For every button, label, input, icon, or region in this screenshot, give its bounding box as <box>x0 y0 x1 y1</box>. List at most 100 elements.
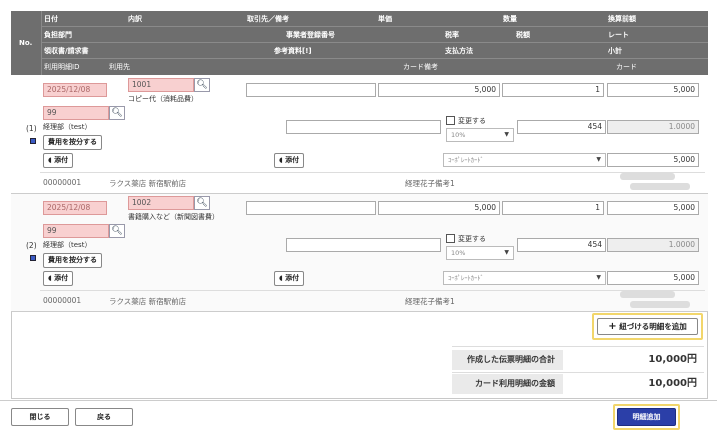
header-unit-price: 単価 <box>378 15 392 23</box>
paperclip-icon: ◖ <box>48 156 52 164</box>
chevron-down-icon: ▼ <box>504 249 509 256</box>
header-usage-id: 利用明細ID <box>44 63 80 71</box>
attach-reference-button[interactable]: ◖ 添付 <box>274 271 305 286</box>
header-card-note: カード備考 <box>403 63 438 71</box>
allocate-cost-button[interactable]: 費用を按分する <box>43 135 102 150</box>
attach-label: 添付 <box>54 156 69 164</box>
usage-place: ラクス薬店 新宿駅前店 <box>109 297 187 306</box>
dept-name: 経理部（test） <box>43 123 92 131</box>
add-linked-label: 紐づける明細を追加 <box>619 322 687 331</box>
attach-label: 添付 <box>54 274 69 282</box>
payment-method-value: ｺｰﾎﾟﾚｰﾄｶｰﾄﾞ <box>448 274 484 282</box>
chevron-down-icon: ▼ <box>504 131 509 138</box>
close-button[interactable]: 閉じる <box>11 408 69 426</box>
subtotal-field[interactable]: 5,000 <box>607 153 699 167</box>
dept-name: 経理部（test） <box>43 241 92 249</box>
registration-no-field[interactable] <box>286 238 441 252</box>
chevron-down-icon: ▼ <box>596 274 601 281</box>
paperclip-icon: ◖ <box>279 274 283 282</box>
payment-method-select[interactable]: ｺｰﾎﾟﾚｰﾄｶｰﾄﾞ ▼ <box>443 271 606 285</box>
header-payment: 支払方法 <box>445 47 473 55</box>
change-label: 変更する <box>458 235 486 243</box>
search-icon[interactable]: 🔍︎ <box>109 224 125 238</box>
header-tax-rate: 税率 <box>445 31 459 39</box>
allocate-cost-button[interactable]: 費用を按分する <box>43 253 102 268</box>
tax-rate-value: 10% <box>451 131 466 139</box>
header-reference: 参考資料[!] <box>274 47 312 55</box>
unit-price-field[interactable]: 5,000 <box>378 83 500 97</box>
change-checkbox[interactable] <box>446 234 455 243</box>
attach-label: 添付 <box>285 274 300 282</box>
header-no: No. <box>19 39 33 47</box>
item-code-field[interactable]: 1002 <box>128 196 194 210</box>
header-registration-no: 事業者登録番号 <box>286 31 335 39</box>
header-date: 日付 <box>44 15 58 23</box>
usage-id: 00000001 <box>43 178 82 187</box>
tax-rate-select[interactable]: 10% ▼ <box>446 246 514 260</box>
card-total-label: カード利用明細の金額 <box>452 374 563 394</box>
paperclip-icon: ◖ <box>279 156 283 164</box>
card-info-masked <box>630 183 690 190</box>
card-info-masked <box>630 301 690 308</box>
card-total-value: 10,000円 <box>648 378 697 389</box>
tax-amount-field[interactable]: 454 <box>517 120 606 134</box>
item-code-field[interactable]: 1001 <box>128 78 194 92</box>
header-tax-amount: 税額 <box>516 31 530 39</box>
amount-field[interactable]: 5,000 <box>607 201 699 215</box>
entry-marker-icon <box>30 138 36 144</box>
created-total-label: 作成した伝票明細の合計 <box>452 350 563 370</box>
header-usage-place: 利用先 <box>109 63 130 71</box>
date-field[interactable]: 2025/12/08 <box>43 83 107 97</box>
tax-rate-select[interactable]: 10% ▼ <box>446 128 514 142</box>
card-note: 経理花子備考1 <box>405 179 455 188</box>
subtotal-field[interactable]: 5,000 <box>607 271 699 285</box>
quantity-field[interactable]: 1 <box>502 201 604 215</box>
entry-marker-icon <box>30 255 36 261</box>
header-card: カード <box>616 63 637 71</box>
usage-place: ラクス薬店 新宿駅前店 <box>109 179 187 188</box>
add-linked-detail-button[interactable]: + 紐づける明細を追加 <box>597 318 698 335</box>
entry-index: (1) <box>26 124 37 133</box>
quantity-field[interactable]: 1 <box>502 83 604 97</box>
search-icon[interactable]: 🔍︎ <box>194 196 210 210</box>
amount-field[interactable]: 5,000 <box>607 83 699 97</box>
header-quantity: 数量 <box>503 15 517 23</box>
tax-amount-field[interactable]: 454 <box>517 238 606 252</box>
plus-icon: + <box>608 321 617 332</box>
card-info-masked <box>620 173 675 180</box>
date-field[interactable]: 2025/12/08 <box>43 201 107 215</box>
card-info-masked <box>620 291 675 298</box>
table-header: No. 日付 内訳 取引先／備考 単価 数量 換算前額 負担部門 事業者登録番号… <box>11 11 708 75</box>
search-icon[interactable]: 🔍︎ <box>109 106 125 120</box>
attach-reference-button[interactable]: ◖ 添付 <box>274 153 305 168</box>
header-rate: レート <box>608 31 629 39</box>
attach-receipt-button[interactable]: ◖ 添付 <box>43 153 74 168</box>
unit-price-field[interactable]: 5,000 <box>378 201 500 215</box>
header-dept: 負担部門 <box>44 31 72 39</box>
item-name: 書籍購入など（新聞図書費） <box>128 213 219 221</box>
header-receipt: 領収書/請求書 <box>44 47 89 55</box>
back-button[interactable]: 戻る <box>75 408 133 426</box>
attach-receipt-button[interactable]: ◖ 添付 <box>43 271 74 286</box>
search-icon[interactable]: 🔍︎ <box>194 78 210 92</box>
card-note: 経理花子備考1 <box>405 297 455 306</box>
item-name: コピー代（消耗品費） <box>128 95 198 103</box>
paperclip-icon: ◖ <box>48 274 52 282</box>
rate-field: 1.0000 <box>607 238 699 252</box>
add-detail-button[interactable]: 明細追加 <box>617 408 676 426</box>
payment-method-select[interactable]: ｺｰﾎﾟﾚｰﾄｶｰﾄﾞ ▼ <box>443 153 606 167</box>
header-pre-conversion: 換算前額 <box>608 15 636 23</box>
created-total-value: 10,000円 <box>648 354 697 365</box>
change-checkbox[interactable] <box>446 116 455 125</box>
vendor-field[interactable] <box>246 83 376 97</box>
tax-rate-value: 10% <box>451 249 466 257</box>
registration-no-field[interactable] <box>286 120 441 134</box>
chevron-down-icon: ▼ <box>596 156 601 163</box>
dept-code-field[interactable]: 99 <box>43 224 109 238</box>
vendor-field[interactable] <box>246 201 376 215</box>
dept-code-field[interactable]: 99 <box>43 106 109 120</box>
usage-id: 00000001 <box>43 296 82 305</box>
entry-index: (2) <box>26 241 37 250</box>
header-subtotal: 小計 <box>608 47 622 55</box>
change-label: 変更する <box>458 117 486 125</box>
